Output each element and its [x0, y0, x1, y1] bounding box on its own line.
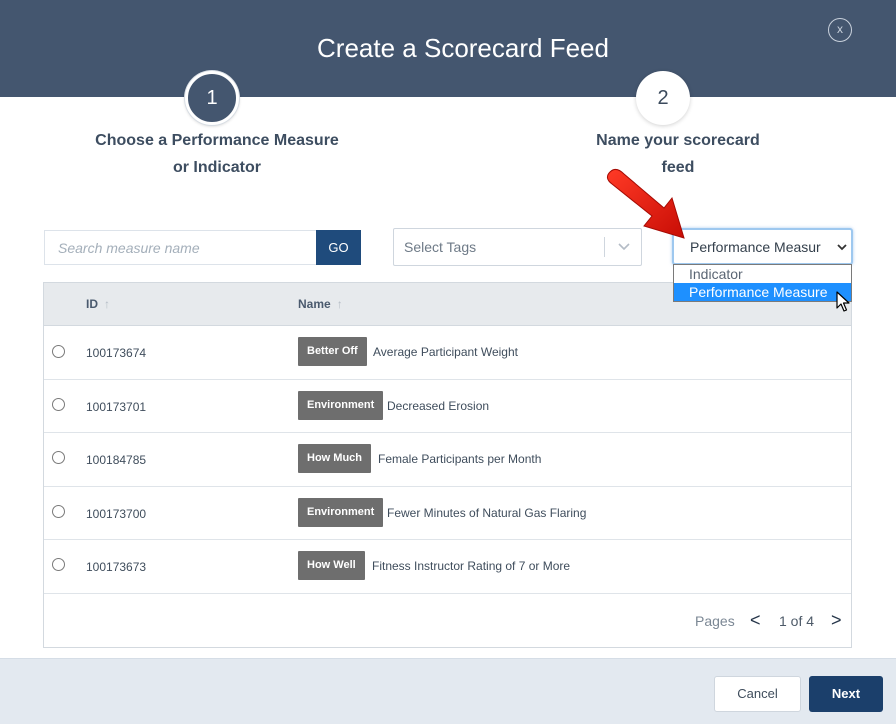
row-radio[interactable] [52, 558, 65, 571]
step-1-label-line1: Choose a Performance Measure [95, 132, 339, 149]
measure-type-selected-value: Performance Measur [690, 239, 821, 255]
row-id: 100173673 [86, 560, 147, 574]
sort-up-icon: ↑ [104, 297, 110, 311]
row-id: 100184785 [86, 453, 147, 467]
column-header-name-label: Name [298, 297, 331, 311]
select-tags-placeholder: Select Tags [404, 239, 477, 255]
column-header-id-label: ID [86, 297, 98, 311]
pages-label: Pages [695, 613, 735, 629]
chevron-down-icon [837, 244, 847, 251]
column-header-id[interactable]: ID ↑ [86, 297, 110, 311]
row-radio[interactable] [52, 345, 65, 358]
table-row[interactable]: 100173673 How Well Fitness Instructor Ra… [44, 540, 851, 594]
measure-type-select[interactable]: Performance Measur [672, 228, 853, 265]
category-badge: How Well [298, 551, 365, 580]
row-id: 100173700 [86, 507, 147, 521]
mouse-cursor-icon [836, 291, 850, 312]
row-radio[interactable] [52, 505, 65, 518]
red-arrow-annotation [606, 168, 685, 239]
close-icon: x [837, 22, 843, 36]
table-row[interactable]: 100173674 Better Off Average Participant… [44, 326, 851, 380]
step-1-indicator: 1 [185, 71, 239, 125]
step-2-label-line1: Name your scorecard [596, 132, 760, 149]
row-id: 100173674 [86, 346, 147, 360]
step-1-label-line2: or Indicator [172, 159, 261, 176]
measure-type-options: Indicator Performance Measure [673, 264, 852, 302]
row-name: Fitness Instructor Rating of 7 or More [372, 559, 571, 573]
page-indicator: 1 of 4 [779, 613, 815, 629]
step-1-label: Choose a Performance Measure or Indicato… [92, 127, 342, 181]
search-box [44, 230, 317, 265]
option-performance-measure[interactable]: Performance Measure [674, 283, 851, 301]
table-row[interactable]: 100173700 Environment Fewer Minutes of N… [44, 487, 851, 540]
row-id: 100173701 [86, 400, 147, 414]
option-indicator[interactable]: Indicator [674, 265, 851, 283]
row-name: Fewer Minutes of Natural Gas Flaring [387, 506, 587, 520]
category-badge: Better Off [298, 337, 367, 366]
category-badge: Environment [298, 391, 384, 420]
table-row[interactable]: 100173701 Environment Decreased Erosion [44, 380, 851, 433]
dialog-title: Create a Scorecard Feed [317, 33, 609, 63]
column-header-name[interactable]: Name ↑ [298, 297, 343, 311]
create-scorecard-feed-dialog: Create a Scorecard Feed x 1 2 Choose a P… [0, 0, 896, 724]
sort-up-icon: ↑ [336, 297, 343, 311]
step-2-indicator: 2 [636, 71, 690, 125]
next-page-button[interactable]: > [831, 610, 842, 631]
row-name: Average Participant Weight [373, 345, 518, 359]
go-button[interactable]: GO [316, 230, 361, 265]
row-name: Decreased Erosion [387, 399, 490, 413]
next-button[interactable]: Next [809, 676, 883, 712]
search-input[interactable] [45, 231, 317, 264]
dialog-header: Create a Scorecard Feed x [0, 0, 896, 97]
dialog-footer: Cancel Next [0, 658, 896, 724]
close-button[interactable]: x [828, 18, 852, 42]
row-radio[interactable] [52, 451, 65, 464]
measures-table: ID ↑ Name ↑ 100173674 Better Off Average P… [43, 282, 852, 648]
cancel-button[interactable]: Cancel [714, 676, 801, 712]
category-badge: Environment [298, 498, 384, 527]
category-badge: How Much [298, 444, 371, 473]
row-name: Female Participants per Month [378, 452, 542, 466]
previous-page-button[interactable]: < [750, 610, 761, 631]
table-row[interactable]: 100184785 How Much Female Participants p… [44, 433, 851, 487]
row-radio[interactable] [52, 398, 65, 411]
